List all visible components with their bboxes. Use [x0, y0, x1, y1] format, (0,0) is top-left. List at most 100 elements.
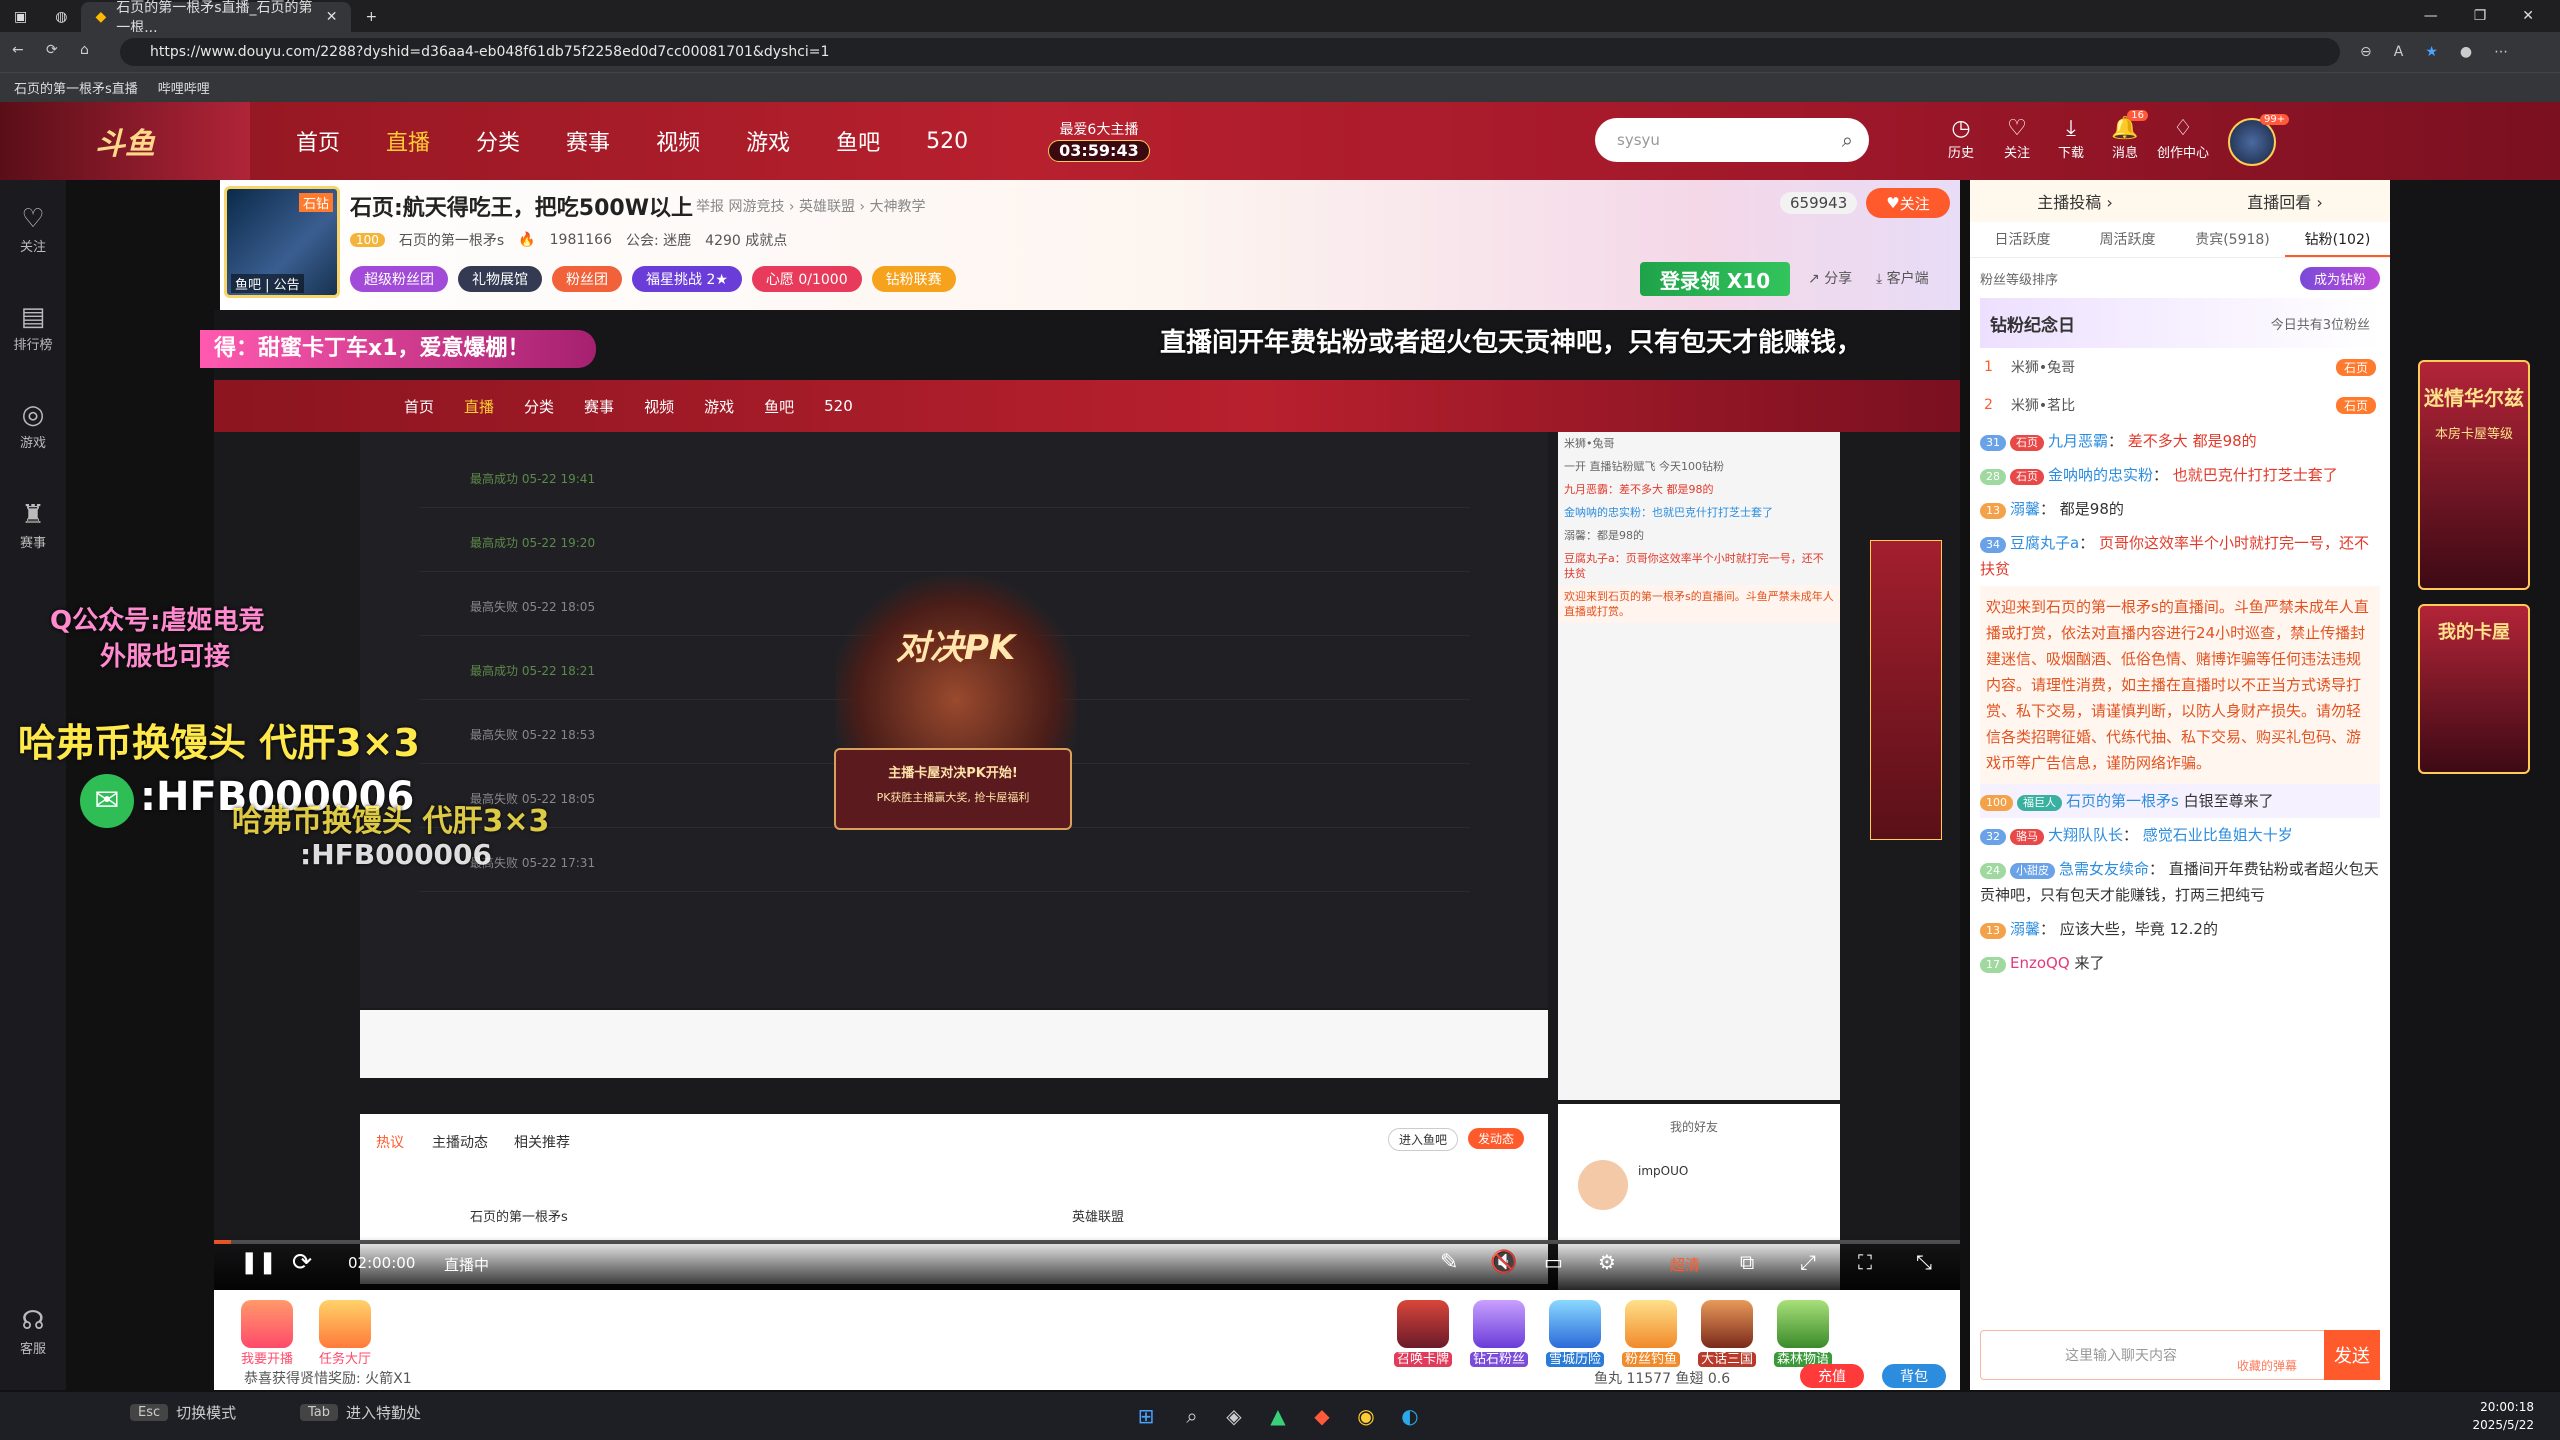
backpack-button[interactable]: 背包	[1882, 1364, 1946, 1388]
tab-groups-icon[interactable]: ◍	[41, 2, 81, 32]
messages-button[interactable]: 🔔 消息 16	[2098, 110, 2152, 161]
user-avatar[interactable]: 99+	[2228, 114, 2290, 166]
saved-danmaku-hint[interactable]: 收藏的弹幕	[2237, 1357, 2297, 1374]
nav-events[interactable]: 赛事	[566, 125, 610, 157]
search-icon[interactable]: ⌕	[1842, 128, 1853, 152]
nav-video[interactable]: 视频	[656, 125, 700, 157]
taskbar-tool-icon[interactable]: ◆	[1306, 1400, 1338, 1432]
fan-sort-label[interactable]: 粉丝等级排序	[1980, 269, 2058, 288]
taskbar-edge-icon[interactable]: ◐	[1394, 1400, 1426, 1432]
streamer-submissions-link[interactable]: 主播投稿 ›	[2037, 189, 2113, 213]
widescreen-icon[interactable]: ⤢	[1800, 1250, 1816, 1274]
fan-rank-row[interactable]: 2 米狮•茗比 石页	[1970, 386, 2390, 424]
mute-icon[interactable]: 🔇	[1490, 1250, 1517, 1275]
nav-games[interactable]: 游戏	[746, 125, 790, 157]
send-button[interactable]: 发送	[2324, 1330, 2380, 1380]
nav-home[interactable]: 首页	[296, 125, 340, 157]
chat-username[interactable]: 石页的第一根矛s	[2066, 792, 2179, 810]
tab-diamond-fans[interactable]: 钻粉(102)	[2285, 222, 2390, 257]
gift-forest-tale[interactable]: 森林物语	[1768, 1300, 1838, 1367]
more-icon[interactable]: ⋯	[2494, 44, 2508, 60]
gift-three-kingdoms[interactable]: 大话三国	[1692, 1300, 1762, 1367]
promo-my-card-house[interactable]: 我的卡屋	[2418, 604, 2530, 774]
rail-follow[interactable]: ♡ 关注	[0, 202, 66, 255]
become-diamond-fan-button[interactable]: 成为钻粉	[2299, 266, 2380, 290]
chat-username[interactable]: 溺馨	[2010, 920, 2040, 938]
rail-service[interactable]: ☊ 客服	[0, 1304, 66, 1357]
chat-username[interactable]: 九月恶霸	[2048, 432, 2108, 450]
windows-start-icon[interactable]: ⊞	[1130, 1400, 1162, 1432]
chat-username[interactable]: 豆腐丸子a	[2010, 534, 2079, 552]
nav-category[interactable]: 分类	[476, 125, 520, 157]
streamer-avatar[interactable]: 石钻 鱼吧 | 公告	[224, 186, 340, 298]
tab-weekly[interactable]: 周活跃度	[2075, 222, 2180, 257]
pause-icon[interactable]: ❚❚	[240, 1250, 277, 1275]
share-button[interactable]: ↗ 分享	[1808, 268, 1852, 288]
close-window-icon[interactable]: ✕	[2522, 8, 2534, 24]
tab-vip[interactable]: 贵宾(5918)	[2180, 222, 2285, 257]
bookmark-bilibili[interactable]: 哔哩哔哩	[158, 78, 210, 97]
rail-events[interactable]: ♜ 赛事	[0, 498, 66, 551]
login-reward-button[interactable]: 登录领 X10	[1640, 262, 1790, 296]
streamer-name[interactable]: 石页的第一根矛s	[399, 230, 504, 250]
rail-games[interactable]: ◎ 游戏	[0, 398, 66, 451]
read-aloud-icon[interactable]: A	[2394, 44, 2404, 60]
client-button[interactable]: ⤓ 客户端	[1876, 268, 1929, 288]
quality-select[interactable]: 超清	[1670, 1254, 1700, 1275]
gift-diamond-fan[interactable]: 钻石粉丝	[1464, 1300, 1534, 1367]
system-clock[interactable]: 20:00:18 2025/5/22	[2472, 1398, 2534, 1434]
back-icon[interactable]: ←	[12, 42, 24, 58]
recharge-button[interactable]: 充值	[1800, 1364, 1864, 1388]
avatar-tags[interactable]: 鱼吧 | 公告	[231, 274, 304, 293]
reload-icon[interactable]: ⟳	[46, 42, 58, 58]
gift-start-stream[interactable]: 我要开播	[232, 1300, 302, 1367]
promo-waltz[interactable]: 迷情华尔兹 本房卡屋等级	[2418, 360, 2530, 590]
search-input[interactable]: sysyu ⌕	[1595, 118, 1869, 162]
browser-tab-active[interactable]: ◆ 石页的第一根矛s直播_石页的第一根... ✕	[81, 0, 352, 36]
bookmark-douyu[interactable]: 石页的第一根矛s直播	[14, 78, 138, 97]
url-field[interactable]: https://www.douyu.com/2288?dyshid=d36aa4…	[120, 38, 2340, 66]
replay-link[interactable]: 直播回看 ›	[2247, 189, 2323, 213]
maximize-icon[interactable]: ❐	[2474, 8, 2487, 24]
taskbar-douyu-icon[interactable]: ◉	[1350, 1400, 1382, 1432]
taskbar-game-icon[interactable]: ▲	[1262, 1400, 1294, 1432]
nav-520[interactable]: 520	[926, 129, 968, 154]
gift-snow-city[interactable]: 雪城历险	[1540, 1300, 1610, 1367]
download-button[interactable]: ⤓ 下载	[2044, 116, 2098, 161]
lucky-challenge-badge[interactable]: 福星挑战 2★	[632, 266, 742, 292]
new-tab-icon[interactable]: +	[351, 2, 391, 32]
favorite-star-icon[interactable]: ★	[2425, 44, 2438, 60]
danmaku-toggle-icon[interactable]: ▭	[1544, 1250, 1563, 1274]
pip-icon[interactable]: ⧉	[1740, 1250, 1754, 1274]
guild-info[interactable]: 公会: 迷鹿	[626, 230, 691, 250]
history-button[interactable]: ◷ 历史	[1934, 116, 1988, 161]
creator-center-button[interactable]: ♢ 创作中心	[2156, 116, 2210, 161]
fullscreen-icon[interactable]: ⤡	[1916, 1250, 1932, 1274]
chat-username[interactable]: 急需女友续命	[2059, 860, 2149, 878]
room-category[interactable]: 举报 网游竞技 › 英雄联盟 › 大神教学	[696, 196, 925, 216]
home-icon[interactable]: ⌂	[80, 42, 89, 58]
window-menu-icon[interactable]: ▣	[0, 2, 41, 32]
event-countdown[interactable]: 最爱6大主播 03:59:43	[1048, 120, 1150, 162]
chat-username[interactable]: 大翔队队长	[2048, 826, 2123, 844]
zoom-icon[interactable]: ⊖	[2360, 44, 2372, 60]
minimize-icon[interactable]: —	[2424, 8, 2438, 24]
douyu-logo[interactable]: 斗鱼	[0, 102, 250, 180]
nav-fishbar[interactable]: 鱼吧	[836, 125, 880, 157]
taskbar-app-icon[interactable]: ◈	[1218, 1400, 1250, 1432]
follow-nav-button[interactable]: ♡ 关注	[1990, 116, 2044, 161]
gift-task-hall[interactable]: 任务大厅	[310, 1300, 380, 1367]
wish-badge[interactable]: 心愿 0/1000	[751, 266, 862, 292]
settings-icon[interactable]: ⚙	[1598, 1250, 1616, 1274]
chat-username[interactable]: 金呐呐的忠实粉	[2048, 466, 2153, 484]
follow-button[interactable]: ♥ 关注	[1866, 188, 1950, 218]
gift-gallery-badge[interactable]: 礼物展馆	[458, 266, 542, 292]
taskbar-search-icon[interactable]: ⌕	[1176, 1400, 1208, 1432]
rail-ranking[interactable]: ▤ 排行榜	[0, 300, 66, 353]
webfullscreen-icon[interactable]: ⛶	[1858, 1250, 1872, 1274]
fan-club-badge[interactable]: 粉丝团	[552, 266, 622, 292]
gift-fan-fishing[interactable]: 粉丝钓鱼	[1616, 1300, 1686, 1367]
refresh-icon[interactable]: ⟳	[292, 1248, 312, 1276]
chat-input[interactable]: 这里输入聊天内容 收藏的弹幕	[1980, 1330, 2380, 1380]
danmaku-edit-icon[interactable]: ✎	[1440, 1250, 1458, 1275]
